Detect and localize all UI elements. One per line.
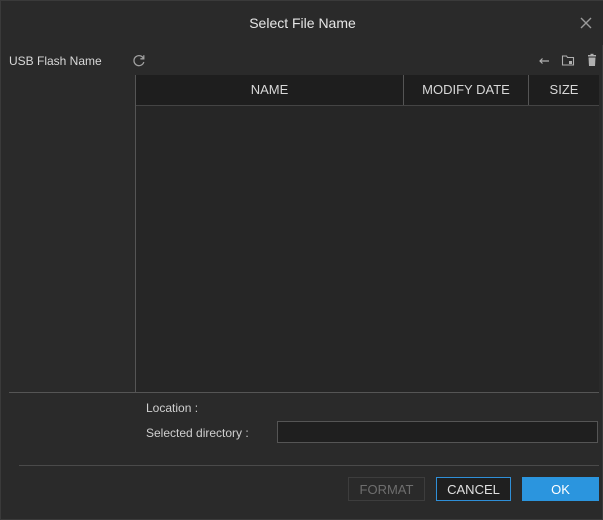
select-file-dialog: Select File Name USB Flash Name NAME MOD… <box>0 0 603 520</box>
delete-icon[interactable] <box>585 53 599 67</box>
device-tree-pane[interactable] <box>9 75 136 392</box>
toolbar: USB Flash Name <box>1 45 603 75</box>
refresh-icon[interactable] <box>131 52 147 68</box>
dialog-title: Select File Name <box>249 15 356 31</box>
ok-button[interactable]: OK <box>522 477 599 501</box>
new-folder-icon[interactable] <box>561 53 575 67</box>
column-header-name[interactable]: NAME <box>136 75 403 105</box>
column-header-size[interactable]: SIZE <box>529 75 599 105</box>
selected-directory-input[interactable] <box>277 421 598 443</box>
format-button[interactable]: FORMAT <box>348 477 425 501</box>
close-icon[interactable] <box>578 15 594 31</box>
footer-divider <box>19 465 599 466</box>
divider <box>9 392 599 393</box>
file-list-header: NAME MODIFY DATE SIZE <box>136 75 599 106</box>
location-label: Location : <box>146 401 199 415</box>
dialog-titlebar: Select File Name <box>1 1 603 45</box>
column-header-modify-date[interactable]: MODIFY DATE <box>404 75 528 105</box>
cancel-button[interactable]: CANCEL <box>436 477 511 501</box>
file-list[interactable]: NAME MODIFY DATE SIZE <box>136 75 599 392</box>
usb-device-label: USB Flash Name <box>9 54 102 68</box>
back-arrow-icon[interactable] <box>537 53 551 67</box>
selected-directory-label: Selected directory : <box>146 426 249 440</box>
